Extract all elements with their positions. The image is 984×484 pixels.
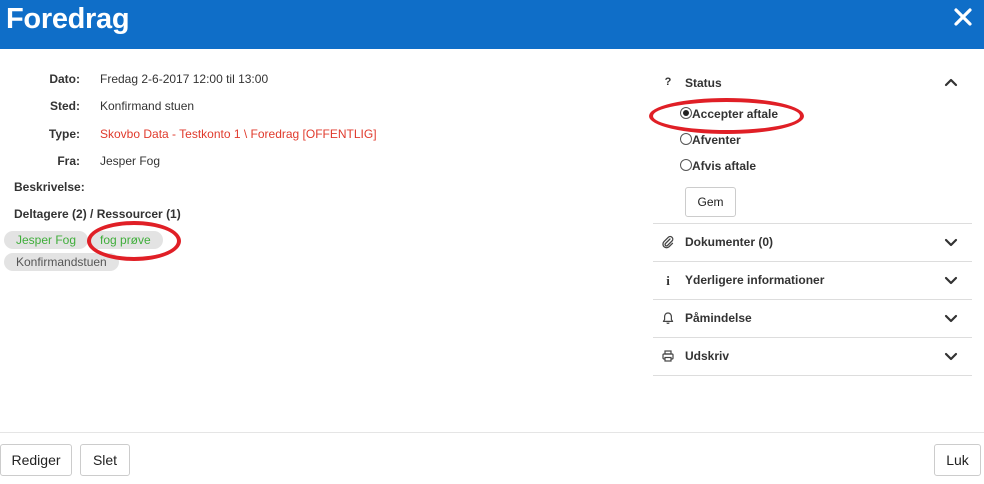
radio-decline[interactable]: Afvis aftale xyxy=(680,159,756,173)
radio-label: Afventer xyxy=(692,133,741,147)
participant-chip[interactable]: Jesper Fog xyxy=(4,231,89,249)
close-button[interactable]: Luk xyxy=(934,444,981,476)
dato-value: Fredag 2-6-2017 12:00 til 13:00 xyxy=(100,72,269,86)
print-icon xyxy=(662,350,674,362)
section-label: Påmindelse xyxy=(685,311,752,325)
dialog-header: Foredrag xyxy=(0,0,984,49)
divider xyxy=(653,375,972,376)
fra-label: Fra: xyxy=(57,154,80,168)
radio-button[interactable] xyxy=(680,107,692,119)
edit-button[interactable]: Rediger xyxy=(0,444,72,476)
close-icon[interactable] xyxy=(950,4,976,30)
dialog-title: Foredrag xyxy=(6,3,130,35)
beskrivelse-label: Beskrivelse: xyxy=(14,180,85,194)
type-row: Type: Skovbo Data - Testkonto 1 \ Foredr… xyxy=(0,126,640,142)
section-label: Udskriv xyxy=(685,349,730,363)
footer-divider xyxy=(0,432,984,433)
participants-heading: Deltagere (2) / Ressourcer (1) xyxy=(14,207,181,221)
type-value[interactable]: Skovbo Data - Testkonto 1 \ Foredrag [OF… xyxy=(100,126,377,142)
section-label: Dokumenter (0) xyxy=(685,235,774,249)
fra-row: Fra: Jesper Fog xyxy=(0,153,640,169)
radio-accept[interactable]: Accepter aftale xyxy=(680,107,778,121)
bell-icon xyxy=(662,312,674,324)
section-udskriv[interactable]: Udskriv xyxy=(653,337,972,375)
radio-label: Accepter aftale xyxy=(692,107,779,121)
chevron-down-icon xyxy=(944,314,958,323)
resource-chip[interactable]: Konfirmandstuen xyxy=(4,253,119,271)
sted-value: Konfirmand stuen xyxy=(100,99,195,113)
section-label: Yderligere informationer xyxy=(685,273,825,287)
delete-button[interactable]: Slet xyxy=(80,444,130,476)
type-label: Type: xyxy=(48,127,80,141)
chevron-down-icon xyxy=(944,276,958,285)
status-section-header[interactable]: ? Status xyxy=(653,64,972,102)
chevron-down-icon xyxy=(944,352,958,361)
section-paamindelse[interactable]: Påmindelse xyxy=(653,299,972,337)
section-dokumenter[interactable]: Dokumenter (0) xyxy=(653,223,972,261)
participant-chip[interactable]: fog prøve xyxy=(88,231,163,249)
radio-label: Afvis aftale xyxy=(692,159,757,173)
radio-pending[interactable]: Afventer xyxy=(680,133,741,147)
dato-label: Dato: xyxy=(49,72,80,86)
dato-row: Dato: Fredag 2-6-2017 12:00 til 13:00 xyxy=(0,71,640,87)
status-title: Status xyxy=(685,76,722,90)
save-status-button[interactable]: Gem xyxy=(685,187,736,217)
question-icon: ? xyxy=(664,76,672,88)
radio-button[interactable] xyxy=(680,133,692,145)
sted-row: Sted: Konfirmand stuen xyxy=(0,98,640,114)
paperclip-icon xyxy=(662,235,674,249)
info-icon: i xyxy=(666,273,670,288)
chevron-up-icon xyxy=(944,78,958,87)
sted-label: Sted: xyxy=(50,99,80,113)
chevron-down-icon xyxy=(944,238,958,247)
radio-button[interactable] xyxy=(680,159,692,171)
fra-value: Jesper Fog xyxy=(100,154,161,168)
section-yderligere[interactable]: i Yderligere informationer xyxy=(653,261,972,299)
